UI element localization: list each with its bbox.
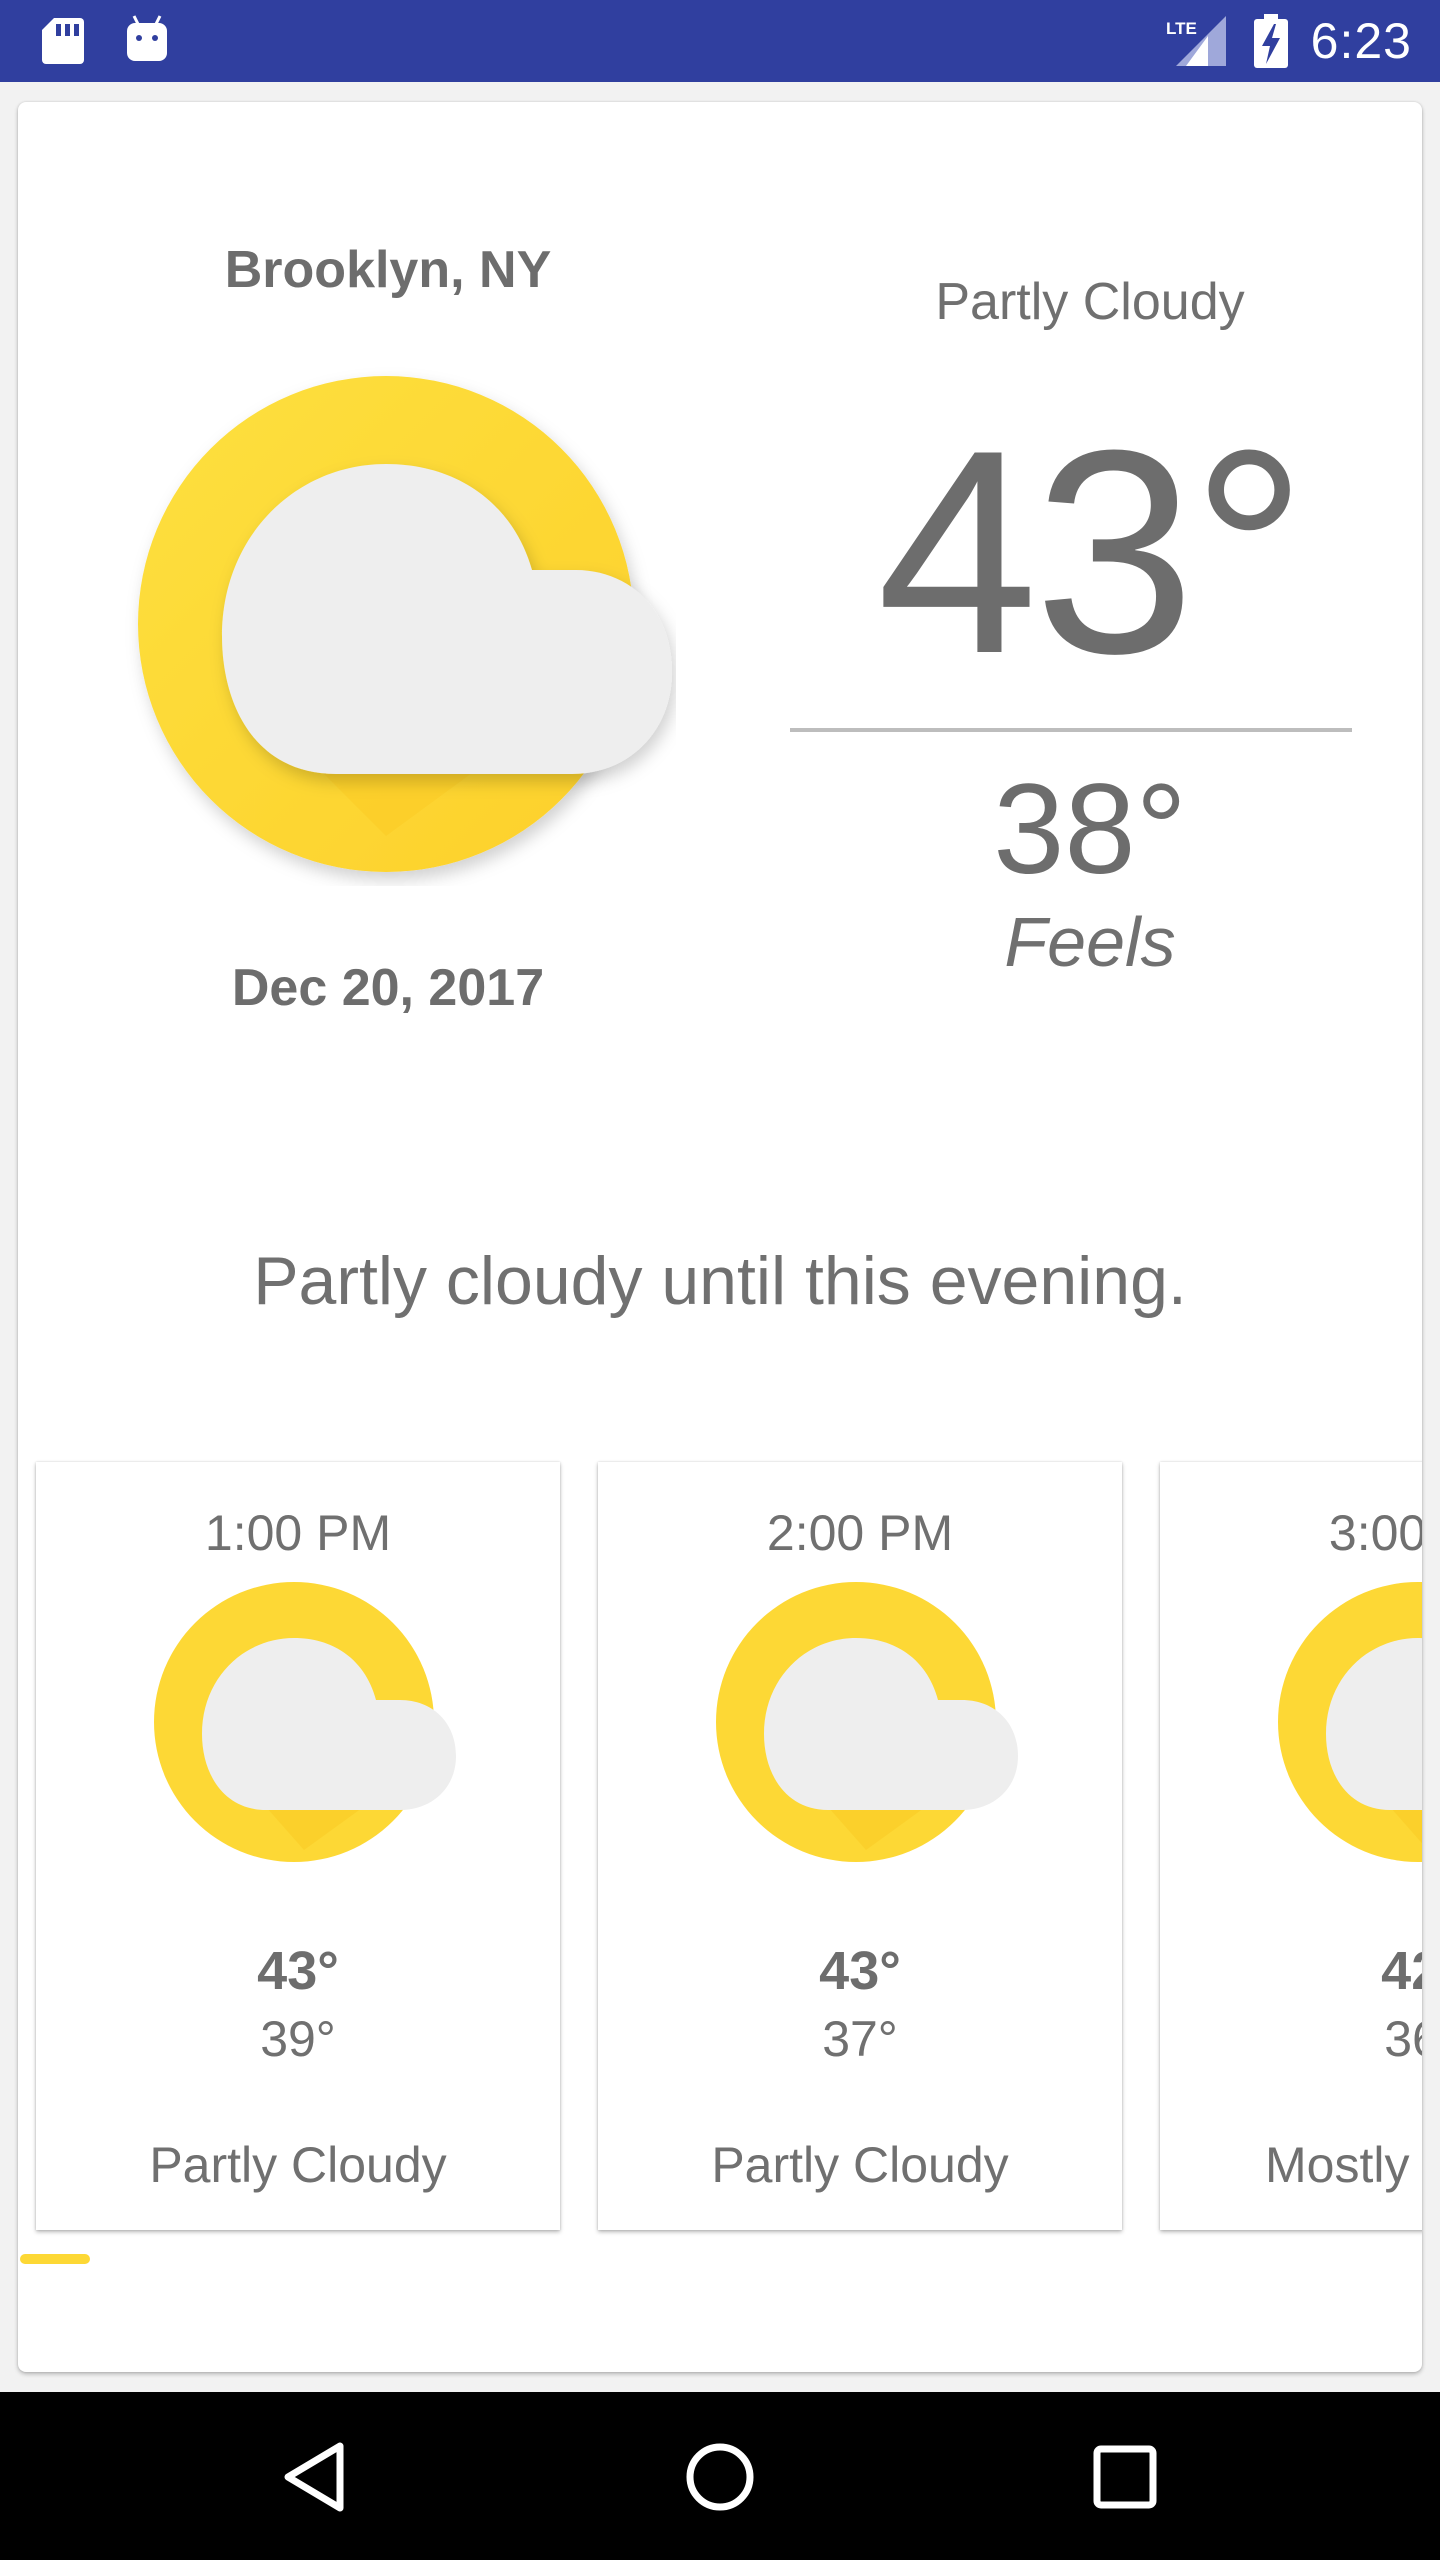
feels-like-label: Feels	[1004, 903, 1176, 981]
current-weather-card: Brooklyn, NY Dec 20, 2017 Partly Cloudy …	[18, 102, 1422, 2372]
battery-charging-icon	[1254, 14, 1288, 68]
scroll-indicator	[20, 2254, 90, 2264]
navigation-bar	[0, 2392, 1440, 2560]
temperature-divider	[790, 728, 1352, 732]
hourly-time: 1:00 PM	[204, 1505, 392, 1561]
status-bar: LTE 6:23	[0, 0, 1440, 82]
hourly-low: 39°	[260, 2011, 336, 2067]
hourly-high: 43°	[257, 1941, 339, 2001]
hourly-condition: Mostly Cloudy	[1265, 2137, 1422, 2193]
hourly-time: 2:00 PM	[766, 1505, 954, 1561]
forecast-summary: Partly cloudy until this evening.	[253, 1243, 1187, 1319]
condition-label: Partly Cloudy	[935, 273, 1245, 331]
feels-like-temperature: 38°	[993, 758, 1187, 901]
hourly-condition: Partly Cloudy	[149, 2137, 447, 2193]
lte-label: LTE	[1166, 19, 1197, 38]
hourly-high: 42°	[1381, 1941, 1422, 2001]
partly-cloudy-icon	[154, 1582, 456, 1862]
hourly-low: 37°	[822, 2011, 898, 2067]
weather-app: LTE 6:23 Brooklyn, NY Dec 20, 2017 Partl…	[0, 0, 1440, 2560]
hourly-card[interactable]: 1:00 PM 43° 39° Partly Cloudy	[36, 1462, 560, 2230]
hourly-card[interactable]: 3:00 PM 42° 36° Mostly Cloudy	[1160, 1462, 1422, 2230]
current-temperature: 43°	[876, 390, 1308, 714]
hourly-condition: Partly Cloudy	[711, 2137, 1009, 2193]
clock: 6:23	[1310, 13, 1412, 69]
date-label: Dec 20, 2017	[231, 959, 545, 1017]
sd-card-icon	[42, 18, 84, 64]
android-icon	[127, 15, 167, 61]
lte-signal-icon: LTE	[1166, 16, 1226, 66]
home-icon[interactable]	[675, 2432, 765, 2522]
hourly-card[interactable]: 2:00 PM 43° 37° Partly Cloudy	[598, 1462, 1122, 2230]
location-label: Brooklyn, NY	[224, 241, 552, 299]
partly-cloudy-icon	[716, 1582, 1018, 1862]
hourly-high: 43°	[819, 1941, 901, 2001]
back-icon[interactable]	[270, 2432, 360, 2522]
hourly-time: 3:00 PM	[1328, 1505, 1422, 1561]
recents-icon[interactable]	[1080, 2432, 1170, 2522]
partly-cloudy-icon	[1278, 1582, 1422, 1862]
hourly-low: 36°	[1384, 2011, 1422, 2067]
partly-cloudy-icon	[138, 376, 672, 872]
